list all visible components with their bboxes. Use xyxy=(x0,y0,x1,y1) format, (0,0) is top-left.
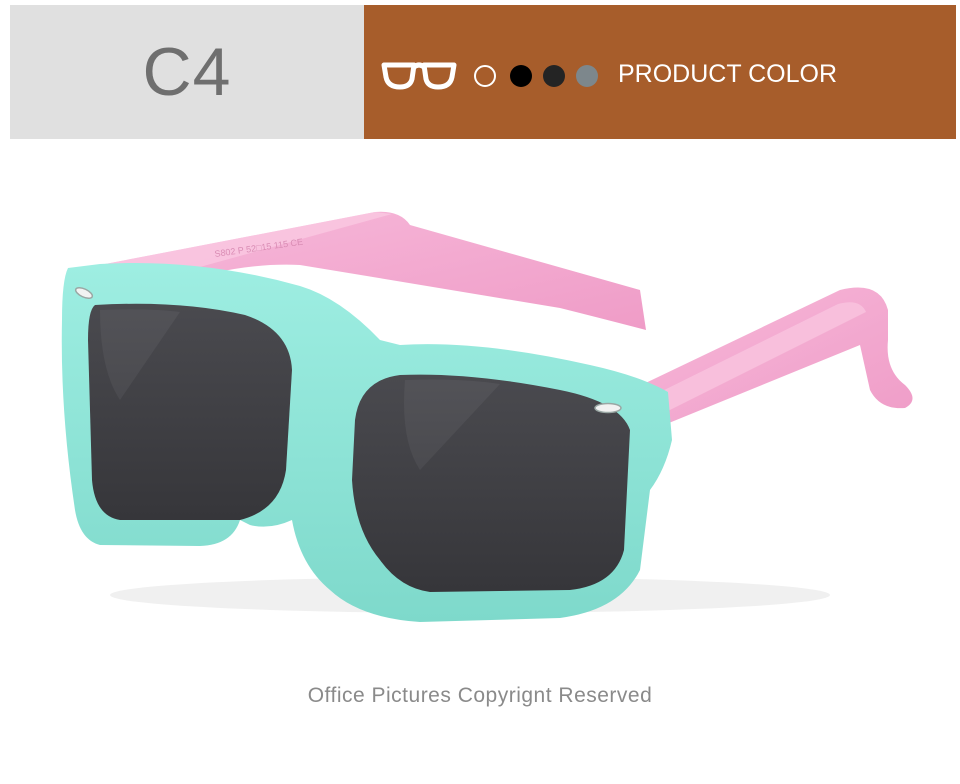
outline-swatch xyxy=(474,65,496,87)
product-image: C4 PRODUCT COLOR S802 P 52□15 115 CE Off… xyxy=(0,0,960,784)
variant-code-panel: C4 xyxy=(10,5,364,139)
copyright-notice: Office Pictures Copyrignt Reserved xyxy=(307,684,653,707)
right-lens xyxy=(352,374,630,592)
dark-gray-swatch xyxy=(543,65,565,87)
black-swatch xyxy=(510,65,532,87)
product-color-label: PRODUCT COLOR xyxy=(618,60,838,88)
product-color-panel: PRODUCT COLOR xyxy=(364,5,956,139)
sunglasses-photo: S802 P 52□15 115 CE xyxy=(61,211,913,622)
right-rivet xyxy=(594,402,622,414)
eyeglasses-icon xyxy=(381,62,457,90)
variant-code: C4 xyxy=(142,34,232,110)
gray-swatch xyxy=(576,65,598,87)
